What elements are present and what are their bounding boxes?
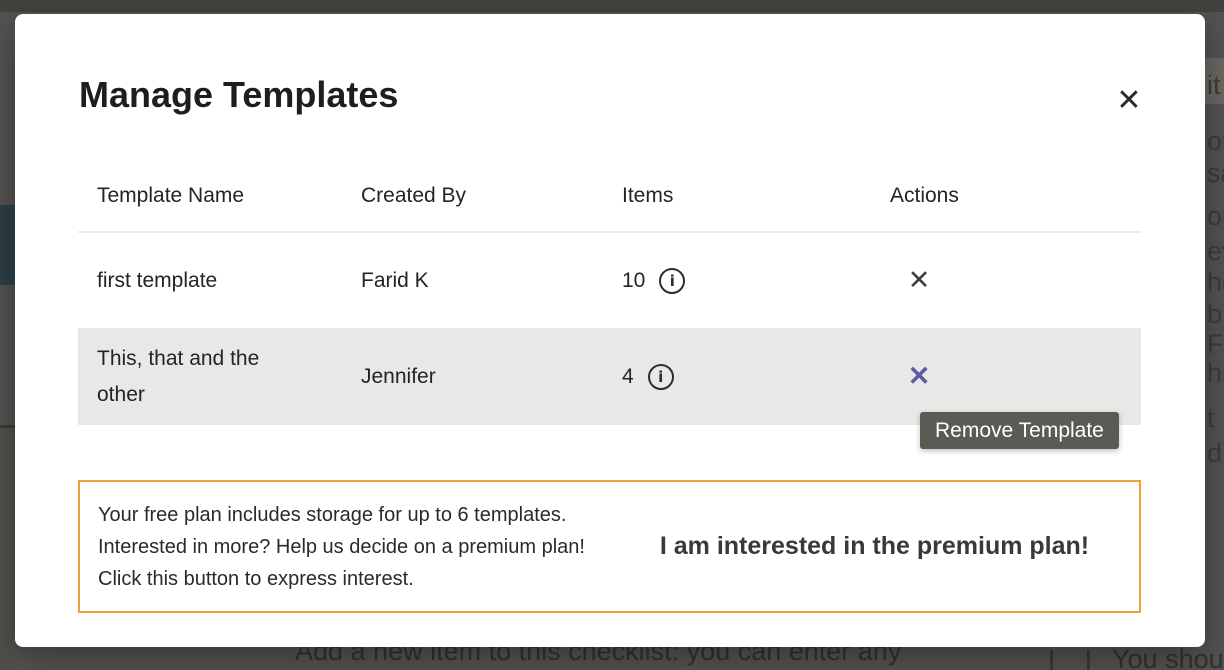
items-count: 4 [622, 365, 634, 389]
background-selected-channel-sliver [0, 205, 15, 285]
table-header-row: Template Name Created By Items Actions [78, 160, 1141, 231]
background-text-fragment: F [1207, 329, 1224, 360]
background-text-fragment: ev [1207, 236, 1224, 267]
remove-template-icon[interactable]: ✕ [904, 362, 934, 392]
items-count: 10 [622, 269, 645, 293]
background-checkbox-sliver [1087, 650, 1090, 670]
template-actions: ✕ [871, 362, 1141, 392]
page-title: Manage Templates [79, 74, 398, 116]
template-items: 10 i [603, 268, 871, 294]
template-created-by: Farid K [342, 269, 603, 293]
background-text-fragment: ou [1207, 126, 1224, 157]
remove-template-icon[interactable]: ✕ [904, 266, 934, 296]
background-text-fragment: b [1207, 299, 1222, 330]
template-items: 4 i [603, 364, 871, 390]
background-text-fragment: t [1207, 403, 1215, 434]
column-header-created-by: Created By [342, 184, 603, 208]
manage-templates-dialog: Manage Templates ✕ Template Name Created… [15, 14, 1205, 647]
background-text-fragment: d [1207, 438, 1222, 469]
remove-template-tooltip: Remove Template [920, 412, 1119, 449]
background-text-fragment: ho [1207, 267, 1224, 298]
info-icon[interactable]: i [648, 364, 674, 390]
background-text-fragment: ou [1207, 201, 1224, 232]
premium-plan-panel: Your free plan includes storage for up t… [78, 480, 1141, 613]
background-left-sliver [0, 428, 15, 670]
table-row: first template Farid K 10 i ✕ [78, 233, 1141, 328]
premium-plan-info-text: Your free plan includes storage for up t… [98, 499, 610, 595]
templates-table: Template Name Created By Items Actions f… [78, 160, 1141, 425]
background-text-fragment: it [1207, 70, 1221, 101]
background-checkbox-sliver [1050, 650, 1053, 670]
info-icon[interactable]: i [659, 268, 685, 294]
screen: it ou sa ou ev ho b F his t d Add a new … [0, 0, 1224, 670]
background-text-fragment: sa [1207, 158, 1224, 189]
premium-interest-button[interactable]: I am interested in the premium plan! [610, 532, 1139, 561]
column-header-items: Items [603, 184, 871, 208]
template-name: first template [78, 263, 298, 299]
table-row: This, that and the other Jennifer 4 i ✕ [78, 328, 1141, 425]
template-created-by: Jennifer [342, 365, 603, 389]
column-header-actions: Actions [871, 184, 1141, 208]
background-text-fragment: his [1207, 358, 1224, 389]
template-name: This, that and the other [78, 341, 298, 413]
template-actions: ✕ [871, 266, 1141, 296]
background-top-strip [0, 0, 1224, 12]
column-header-template-name: Template Name [78, 184, 342, 208]
close-icon[interactable]: ✕ [1107, 78, 1151, 122]
background-text-fragment: You shou [1112, 644, 1224, 670]
